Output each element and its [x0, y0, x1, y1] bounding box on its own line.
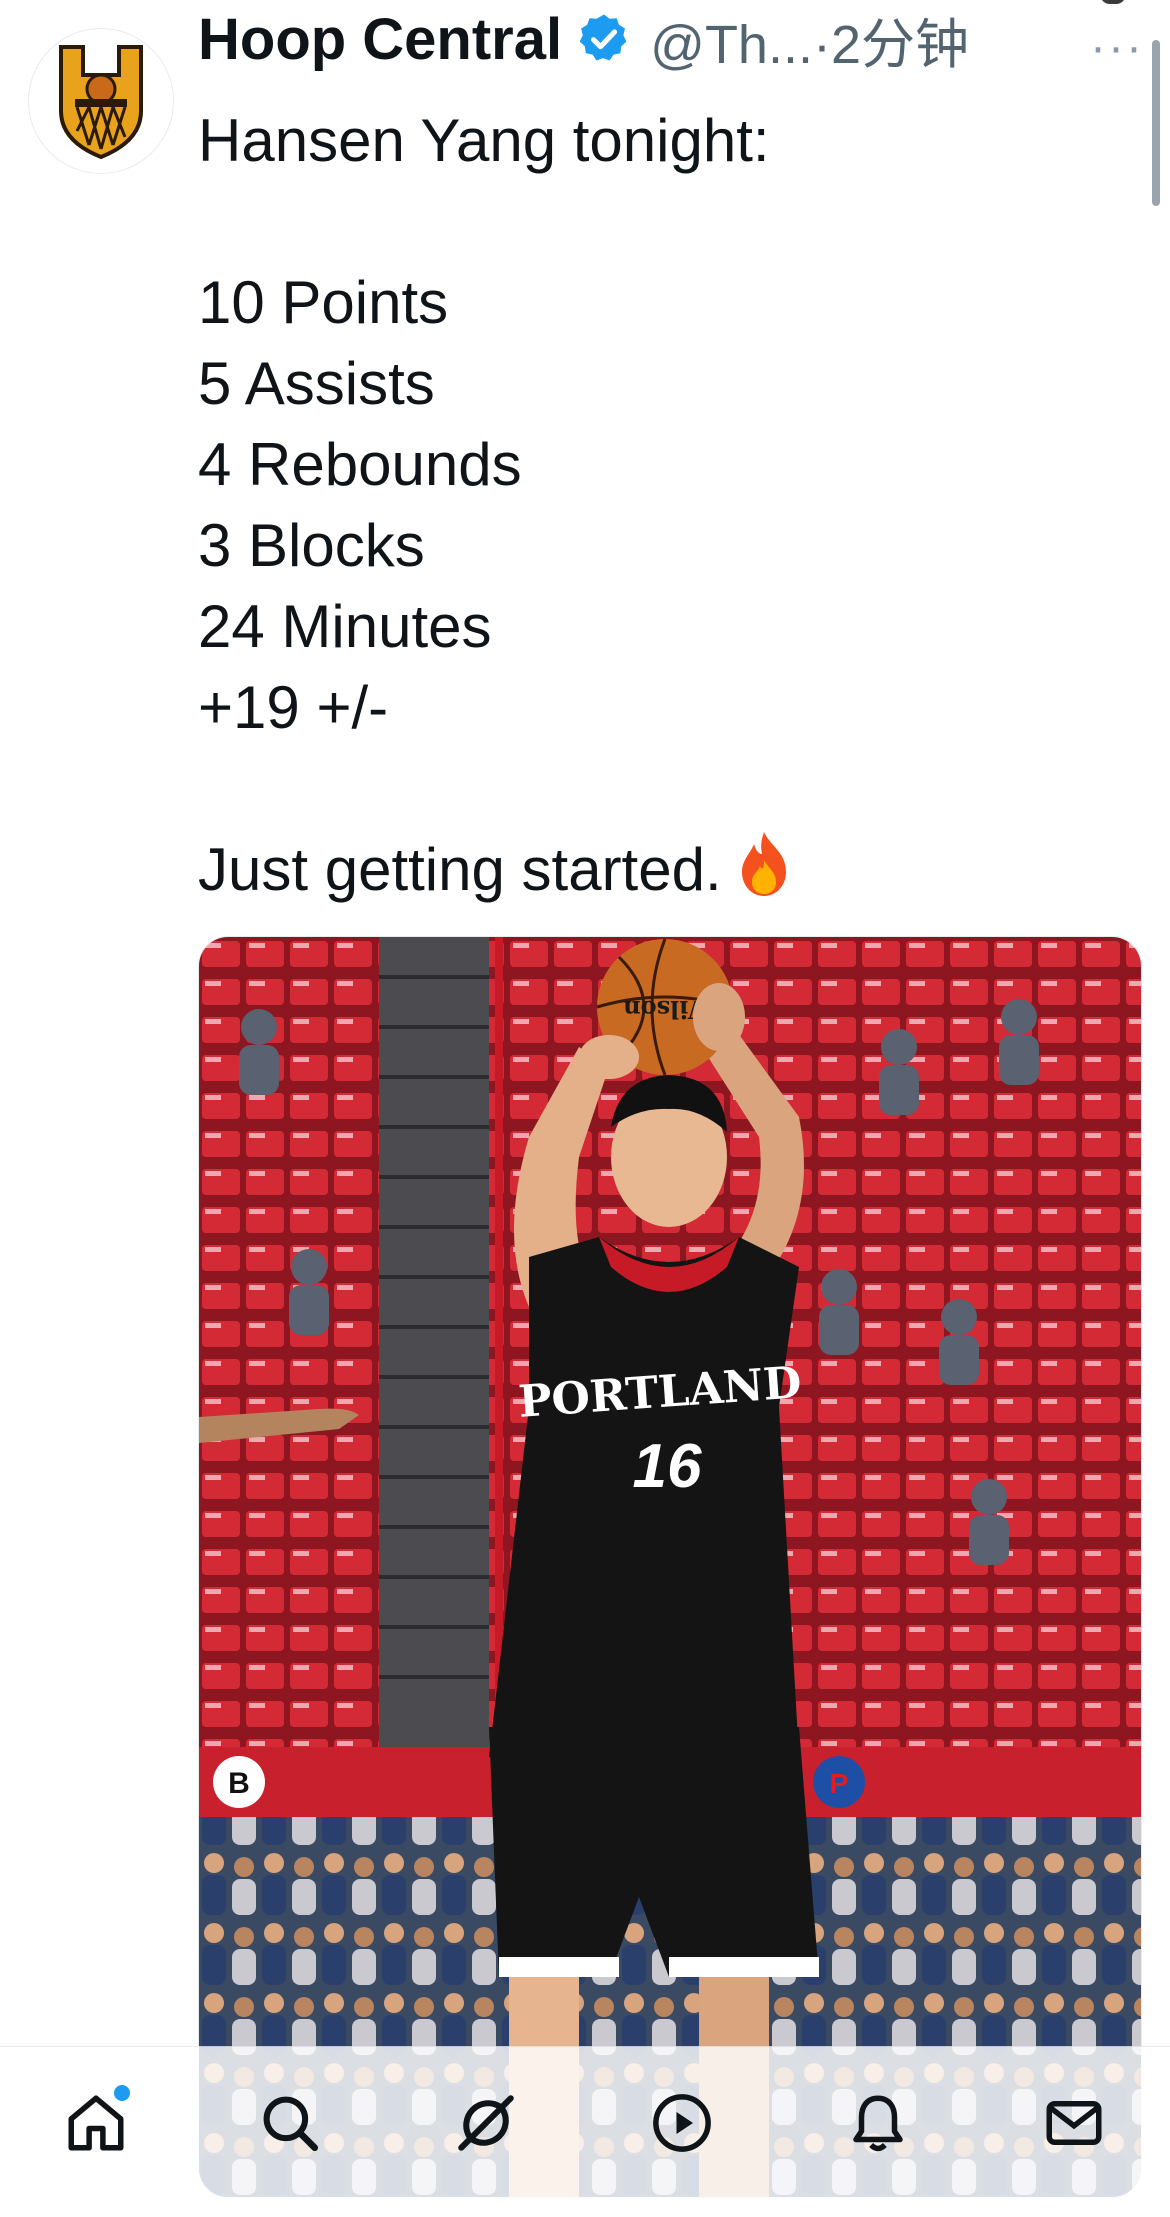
- tweet-line: +19 +/-: [198, 674, 389, 741]
- grok-icon[interactable]: [446, 2083, 526, 2163]
- fire-emoji-icon: [736, 830, 792, 918]
- tweet-line: Just getting started.: [198, 836, 722, 903]
- court-logo: B: [228, 1767, 250, 1800]
- bottom-tab-bar: [0, 2046, 1170, 2217]
- new-posts-indicator: [114, 2085, 130, 2101]
- tweet-media-photo[interactable]: B P PORTLAND 16 Wilson: [198, 936, 1142, 2198]
- court-logo: P: [830, 1768, 849, 1799]
- verified-badge-icon: [576, 11, 632, 67]
- search-icon[interactable]: [250, 2083, 330, 2163]
- tweet-line: 24 Minutes: [198, 593, 492, 660]
- scrollbar[interactable]: [1152, 40, 1160, 206]
- notifications-icon[interactable]: [838, 2083, 918, 2163]
- tweet-line: 5 Assists: [198, 350, 435, 417]
- more-options-icon[interactable]: ···: [1090, 20, 1144, 75]
- messages-icon[interactable]: [1034, 2083, 1114, 2163]
- tweet-line: 10 Points: [198, 269, 449, 336]
- tweet-line: Hansen Yang tonight:: [198, 107, 770, 174]
- tweet-line: 4 Rebounds: [198, 431, 522, 498]
- author-handle-time[interactable]: @Th...·2分钟: [650, 0, 969, 79]
- tweet-text: Hansen Yang tonight: 10 Points 5 Assists…: [198, 100, 1138, 910]
- tweet-header: Hoop Central @Th...·2分钟: [198, 0, 969, 84]
- video-icon[interactable]: [642, 2083, 722, 2163]
- tweet-line-last: Just getting started.: [198, 829, 1138, 910]
- basketball-player-photo: B P PORTLAND 16 Wilson: [199, 937, 1141, 2197]
- author-name[interactable]: Hoop Central: [198, 6, 562, 73]
- tweet-line: 3 Blocks: [198, 512, 425, 579]
- jersey-number: 16: [633, 1432, 702, 1501]
- author-avatar[interactable]: [28, 28, 174, 174]
- hoop-central-logo: [59, 45, 143, 160]
- status-indicator: [1100, 0, 1126, 4]
